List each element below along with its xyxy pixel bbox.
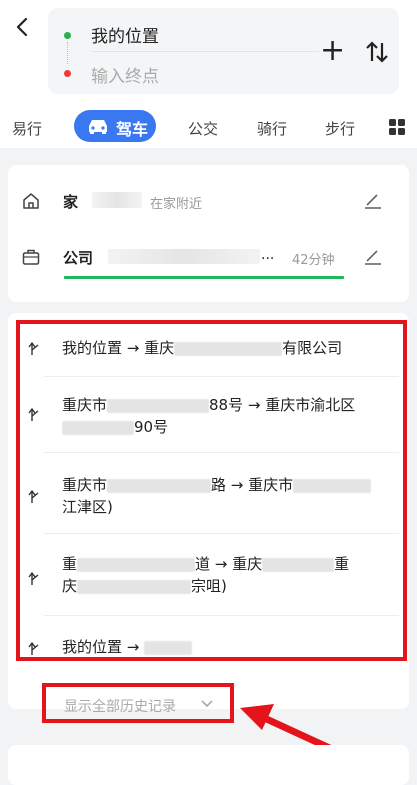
traffic-status-bar bbox=[64, 276, 344, 279]
tab-bike[interactable]: 骑行 bbox=[257, 118, 287, 139]
show-all-history-button[interactable]: 显示全部历史记录 bbox=[42, 683, 234, 723]
edit-company-icon[interactable] bbox=[364, 249, 382, 265]
company-label[interactable]: 公司 bbox=[63, 247, 93, 268]
divider bbox=[91, 51, 319, 52]
home-label[interactable]: 家 bbox=[63, 191, 78, 212]
tab-drive[interactable]: 驾车 bbox=[74, 110, 156, 142]
destination-input[interactable]: 输入终点 bbox=[91, 62, 159, 87]
favorites-card: 家 在家附近 公司 ... 42分钟 bbox=[8, 165, 409, 302]
company-address-redacted bbox=[108, 249, 260, 264]
tab-bus[interactable]: 公交 bbox=[188, 118, 218, 139]
add-waypoint-button[interactable]: + bbox=[320, 36, 345, 66]
briefcase-icon bbox=[22, 249, 40, 265]
tab-walk[interactable]: 步行 bbox=[325, 118, 355, 139]
more-modes-icon[interactable] bbox=[389, 119, 405, 135]
tab-easy[interactable]: 易行 bbox=[12, 118, 42, 139]
home-hint: 在家附近 bbox=[150, 197, 203, 212]
back-icon[interactable] bbox=[12, 16, 34, 38]
start-dot-icon bbox=[64, 32, 71, 39]
start-location-field[interactable]: 我的位置 bbox=[91, 22, 159, 47]
bottom-card bbox=[8, 745, 409, 785]
travel-mode-tabs: 易行 驾车 公交 骑行 步行 bbox=[0, 110, 417, 148]
home-address-redacted bbox=[92, 192, 142, 208]
route-input-box: 我的位置 输入终点 + bbox=[48, 8, 399, 94]
tab-drive-label: 驾车 bbox=[116, 120, 149, 139]
home-icon bbox=[23, 193, 39, 209]
end-dot-icon bbox=[64, 70, 71, 77]
company-eta: 42分钟 bbox=[292, 253, 335, 268]
history-highlight-box bbox=[16, 320, 407, 661]
route-connector bbox=[67, 42, 69, 64]
chevron-down-icon bbox=[201, 700, 213, 708]
edit-home-icon[interactable] bbox=[364, 193, 382, 209]
swap-route-icon[interactable] bbox=[366, 40, 388, 64]
route-header: 我的位置 输入终点 + 易行 驾车 公交 骑行 步行 bbox=[0, 0, 417, 148]
company-ellipsis: ... bbox=[261, 247, 275, 263]
show-all-label: 显示全部历史记录 bbox=[64, 699, 176, 715]
car-icon bbox=[89, 120, 107, 134]
